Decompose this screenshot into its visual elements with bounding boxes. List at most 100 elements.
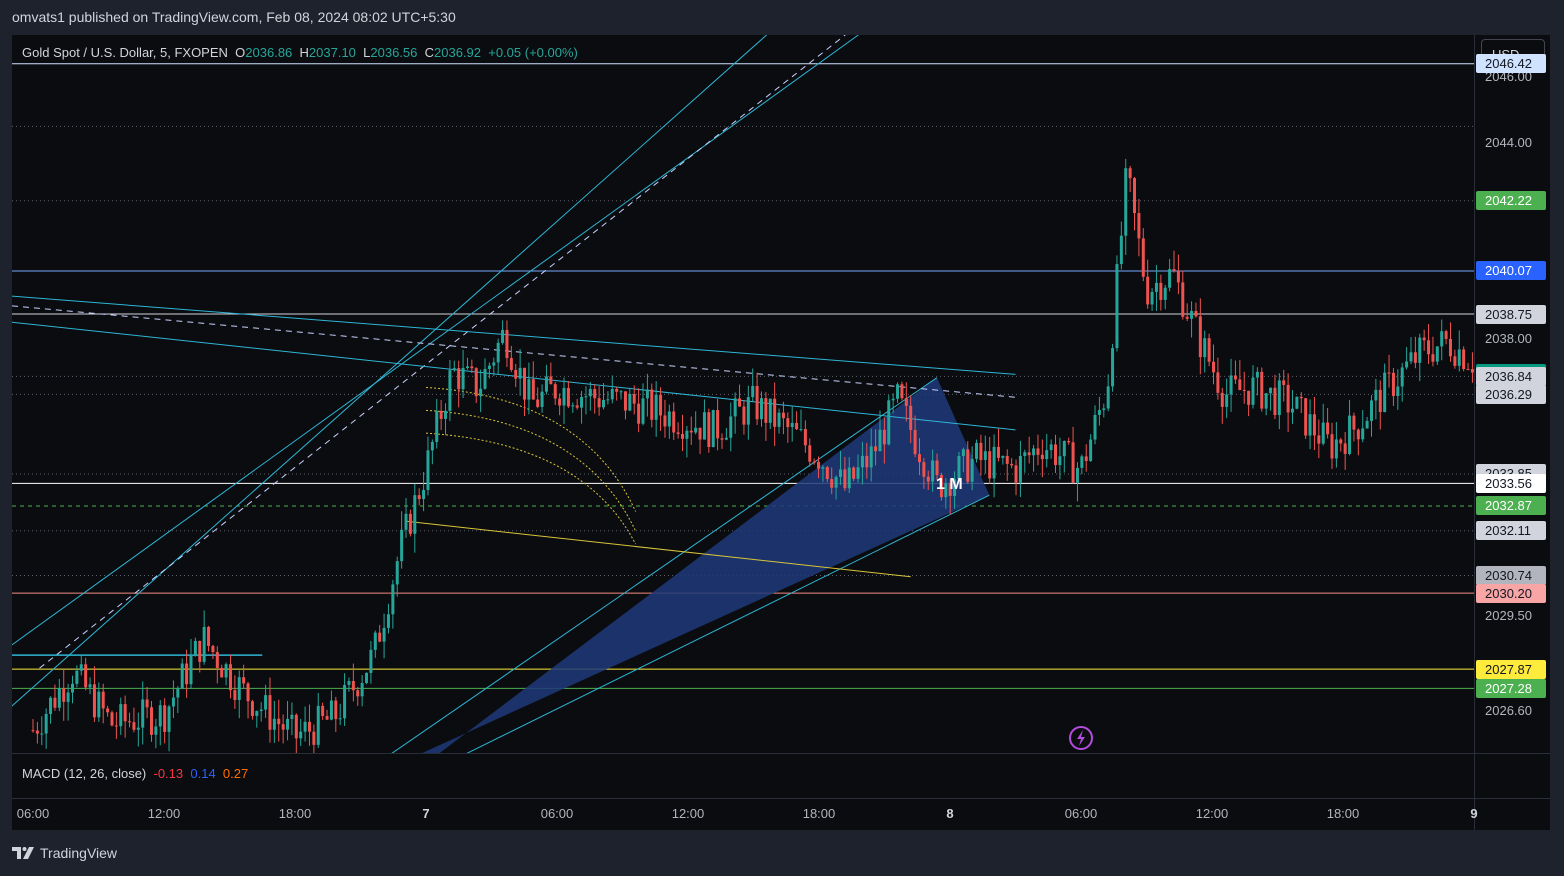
candle-body xyxy=(742,406,746,425)
candle-body xyxy=(580,397,584,408)
symbol-legend[interactable]: Gold Spot / U.S. Dollar, 5, FXOPEN O2036… xyxy=(22,45,578,60)
candle-body xyxy=(215,652,219,668)
candle-body xyxy=(1312,414,1316,436)
price-level-label[interactable]: 2036.84 xyxy=(1476,366,1546,386)
candle-body xyxy=(343,684,347,719)
price-level-label[interactable]: 2038.75 xyxy=(1476,304,1546,324)
candle-body xyxy=(1067,441,1071,443)
candle-body xyxy=(1054,444,1058,465)
candle-body xyxy=(1238,379,1242,390)
candle-body xyxy=(821,467,825,469)
time-axis-tick: 06:00 xyxy=(16,806,50,821)
candle-body xyxy=(983,451,987,461)
candle-body xyxy=(158,705,162,727)
price-chart[interactable]: 1 M xyxy=(0,0,1564,876)
candle-body xyxy=(1137,213,1141,239)
candle-body xyxy=(896,384,900,399)
candle-body xyxy=(834,476,838,488)
tradingview-logo[interactable]: TradingView xyxy=(12,845,117,861)
candle-body xyxy=(891,398,895,401)
candle-body xyxy=(351,681,355,691)
candle-body xyxy=(768,398,772,423)
candle-body xyxy=(193,640,197,657)
price-level-label[interactable]: 2046.42 xyxy=(1476,54,1546,74)
candle-body xyxy=(487,365,491,369)
candle-body xyxy=(597,398,601,408)
candle-body xyxy=(1146,276,1150,305)
price-level-label[interactable]: 2032.11 xyxy=(1476,521,1546,541)
price-level-label[interactable]: 2027.28 xyxy=(1476,678,1546,698)
candle-body xyxy=(777,412,781,427)
candle-body xyxy=(259,709,263,712)
candle-body xyxy=(1040,454,1044,460)
candle-body xyxy=(1080,456,1084,468)
price-level-label[interactable]: 2030.74 xyxy=(1476,565,1546,585)
candle-body xyxy=(40,733,44,735)
candle-body xyxy=(1010,463,1014,466)
candle-body xyxy=(312,731,316,745)
time-axis-tick: 12:00 xyxy=(1195,806,1229,821)
candle-body xyxy=(817,461,821,469)
candle-body xyxy=(163,705,167,732)
candle-body xyxy=(382,627,386,642)
macd-value-3: 0.27 xyxy=(222,766,249,781)
macd-label[interactable]: MACD (12, 26, close) xyxy=(22,766,146,781)
candle-body xyxy=(211,645,215,653)
candle-body xyxy=(237,677,241,700)
candle-body xyxy=(917,454,921,463)
candle-body xyxy=(369,649,373,673)
price-level-label[interactable]: 2030.20 xyxy=(1476,583,1546,603)
candle-body xyxy=(755,385,759,420)
candle-body xyxy=(1045,450,1049,460)
candle-body xyxy=(1036,448,1040,455)
candle-body xyxy=(523,367,527,400)
candle-body xyxy=(1348,415,1352,454)
candle-body xyxy=(470,366,474,369)
price-level-value: 2036.84 xyxy=(1485,368,1532,384)
candle-body xyxy=(852,467,856,479)
candle-body xyxy=(702,412,706,440)
price-level-label[interactable]: 2042.22 xyxy=(1476,191,1546,211)
candle-body xyxy=(979,442,983,461)
candle-body xyxy=(659,394,663,416)
candle-body xyxy=(812,461,816,463)
candle-body xyxy=(641,398,645,424)
candle-body xyxy=(1255,371,1259,378)
candle-body xyxy=(694,427,698,433)
candle-body xyxy=(1154,282,1158,292)
candle-body xyxy=(698,427,702,440)
candle-body xyxy=(803,429,807,446)
symbol-name[interactable]: Gold Spot / U.S. Dollar, 5, FXOPEN xyxy=(22,45,228,60)
candle-body xyxy=(1247,390,1251,405)
candle-body xyxy=(395,561,399,585)
candle-body xyxy=(1361,428,1365,440)
candle-body xyxy=(132,722,136,730)
candle-body xyxy=(593,389,597,399)
candle-body xyxy=(31,730,35,732)
candle-body xyxy=(1216,372,1220,393)
candle-body xyxy=(685,430,689,439)
candle-body xyxy=(303,721,307,732)
macd-legend[interactable]: MACD (12, 26, close) -0.13 0.14 0.27 xyxy=(22,766,248,781)
candle-body xyxy=(110,712,114,726)
price-level-label[interactable]: 2027.87 xyxy=(1476,659,1546,679)
price-level-label[interactable]: 2040.07 xyxy=(1476,261,1546,281)
candle-body xyxy=(1093,414,1097,440)
candle-body xyxy=(448,370,452,411)
candle-body xyxy=(1400,367,1404,387)
candle-body xyxy=(1466,368,1470,370)
candle-body xyxy=(167,706,171,732)
candle-body xyxy=(1163,287,1167,300)
candle-body xyxy=(1299,396,1303,399)
candle-body xyxy=(1448,338,1452,357)
price-level-label[interactable]: 2033.56 xyxy=(1476,473,1546,493)
candle-body xyxy=(1001,455,1005,458)
price-axis-tick: 2026.60 xyxy=(1485,702,1532,718)
candle-body xyxy=(84,664,88,688)
price-level-label[interactable]: 2036.29 xyxy=(1476,384,1546,404)
candle-body xyxy=(1418,337,1422,363)
candle-body xyxy=(483,368,487,389)
candle-body xyxy=(1330,434,1334,459)
price-level-label[interactable]: 2032.87 xyxy=(1476,496,1546,516)
candle-body xyxy=(1084,456,1088,461)
